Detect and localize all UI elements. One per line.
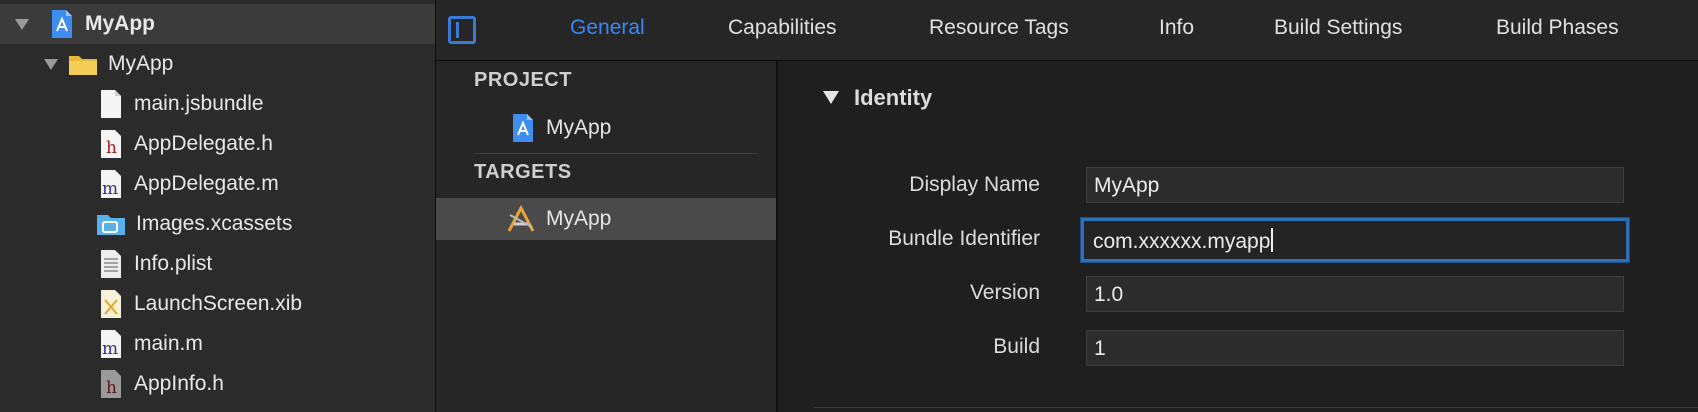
disclosure-open-icon[interactable] [11, 13, 33, 35]
divider [814, 407, 1698, 408]
asset-catalog-icon [96, 209, 126, 239]
folder-icon [68, 49, 98, 79]
svg-text:h: h [106, 138, 117, 158]
project-navigator: MyApp MyApp main.jsbundle h AppDelegate.… [0, 0, 436, 412]
project-item-label: MyApp [546, 116, 612, 139]
target-item[interactable]: MyApp [436, 198, 776, 240]
display-name-field[interactable]: MyApp [1086, 167, 1624, 203]
tab-info[interactable]: Info [1159, 16, 1194, 40]
xcode-project-icon [510, 113, 536, 143]
navigator-item-label: AppDelegate.m [134, 172, 279, 195]
xcode-project-icon [49, 9, 75, 39]
implementation-file-icon: m [98, 329, 124, 359]
xib-file-icon [98, 289, 124, 319]
plist-file-icon [98, 249, 124, 279]
bundle-identifier-value: com.xxxxxx.myapp [1093, 230, 1271, 253]
navigator-item-label: AppInfo.h [134, 372, 224, 395]
tab-build-phases[interactable]: Build Phases [1496, 16, 1619, 40]
targets-section-header: TARGETS [474, 161, 572, 183]
build-field[interactable]: 1 [1086, 330, 1624, 366]
target-item-label: MyApp [546, 207, 612, 230]
svg-text:h: h [106, 378, 117, 398]
editor-tab-bar: General Capabilities Resource Tags Info … [436, 0, 1698, 61]
header-file-icon: h [98, 129, 124, 159]
navigator-item-file[interactable]: main.jsbundle [0, 84, 435, 124]
navigator-item-label: LaunchScreen.xib [134, 292, 303, 315]
targets-panel: PROJECT MyApp TARGETS MyApp [436, 61, 778, 412]
version-label: Version [969, 281, 1040, 304]
tab-capabilities[interactable]: Capabilities [728, 16, 837, 40]
project-section-header: PROJECT [474, 69, 572, 91]
navigator-item-file[interactable]: h AppDelegate.h [0, 124, 435, 164]
bundle-identifier-label: Bundle Identifier [888, 227, 1040, 250]
header-file-icon: h [98, 369, 124, 399]
implementation-file-icon: m [98, 169, 124, 199]
version-field[interactable]: 1.0 [1086, 276, 1624, 312]
navigator-item-file[interactable]: Images.xcassets [0, 204, 435, 244]
general-settings: Identity Display Name MyApp Bundle Ident… [778, 61, 1698, 412]
tab-resource-tags[interactable]: Resource Tags [929, 16, 1069, 40]
tab-general[interactable]: General [570, 16, 645, 40]
document-icon [98, 89, 124, 119]
disclosure-open-icon[interactable] [822, 85, 840, 111]
svg-text:m: m [102, 179, 118, 199]
project-editor: General Capabilities Resource Tags Info … [436, 0, 1698, 412]
identity-section-header[interactable]: Identity [822, 85, 932, 111]
navigator-item-file[interactable]: LaunchScreen.xib [0, 284, 435, 324]
build-label: Build [993, 335, 1040, 358]
identity-section-title: Identity [854, 85, 933, 110]
navigator-item-file[interactable]: h AppInfo.h [0, 364, 435, 404]
navigator-item-folder[interactable]: MyApp [0, 44, 435, 84]
navigator-item-file[interactable]: m AppDelegate.m [0, 164, 435, 204]
navigator-item-label: AppDelegate.h [134, 132, 273, 155]
navigator-item-label: main.jsbundle [134, 92, 264, 115]
project-item[interactable]: MyApp [436, 107, 776, 149]
display-name-label: Display Name [909, 173, 1040, 196]
navigator-item-file[interactable]: m main.m [0, 324, 435, 364]
sidebar-toggle-icon[interactable] [448, 16, 476, 44]
navigator-item-project[interactable]: MyApp [0, 4, 435, 44]
navigator-item-file[interactable]: Info.plist [0, 244, 435, 284]
text-caret [1271, 228, 1274, 252]
app-target-icon [506, 204, 536, 234]
navigator-item-label: MyApp [85, 12, 155, 35]
navigator-item-label: Images.xcassets [136, 212, 293, 235]
navigator-item-label: main.m [134, 332, 203, 355]
tab-build-settings[interactable]: Build Settings [1274, 16, 1402, 40]
svg-text:m: m [102, 339, 118, 359]
bundle-identifier-field[interactable]: com.xxxxxx.myapp [1081, 218, 1629, 262]
navigator-item-label: Info.plist [134, 252, 213, 275]
navigator-item-label: MyApp [108, 52, 174, 75]
disclosure-open-icon[interactable] [40, 53, 62, 75]
divider [474, 153, 758, 154]
